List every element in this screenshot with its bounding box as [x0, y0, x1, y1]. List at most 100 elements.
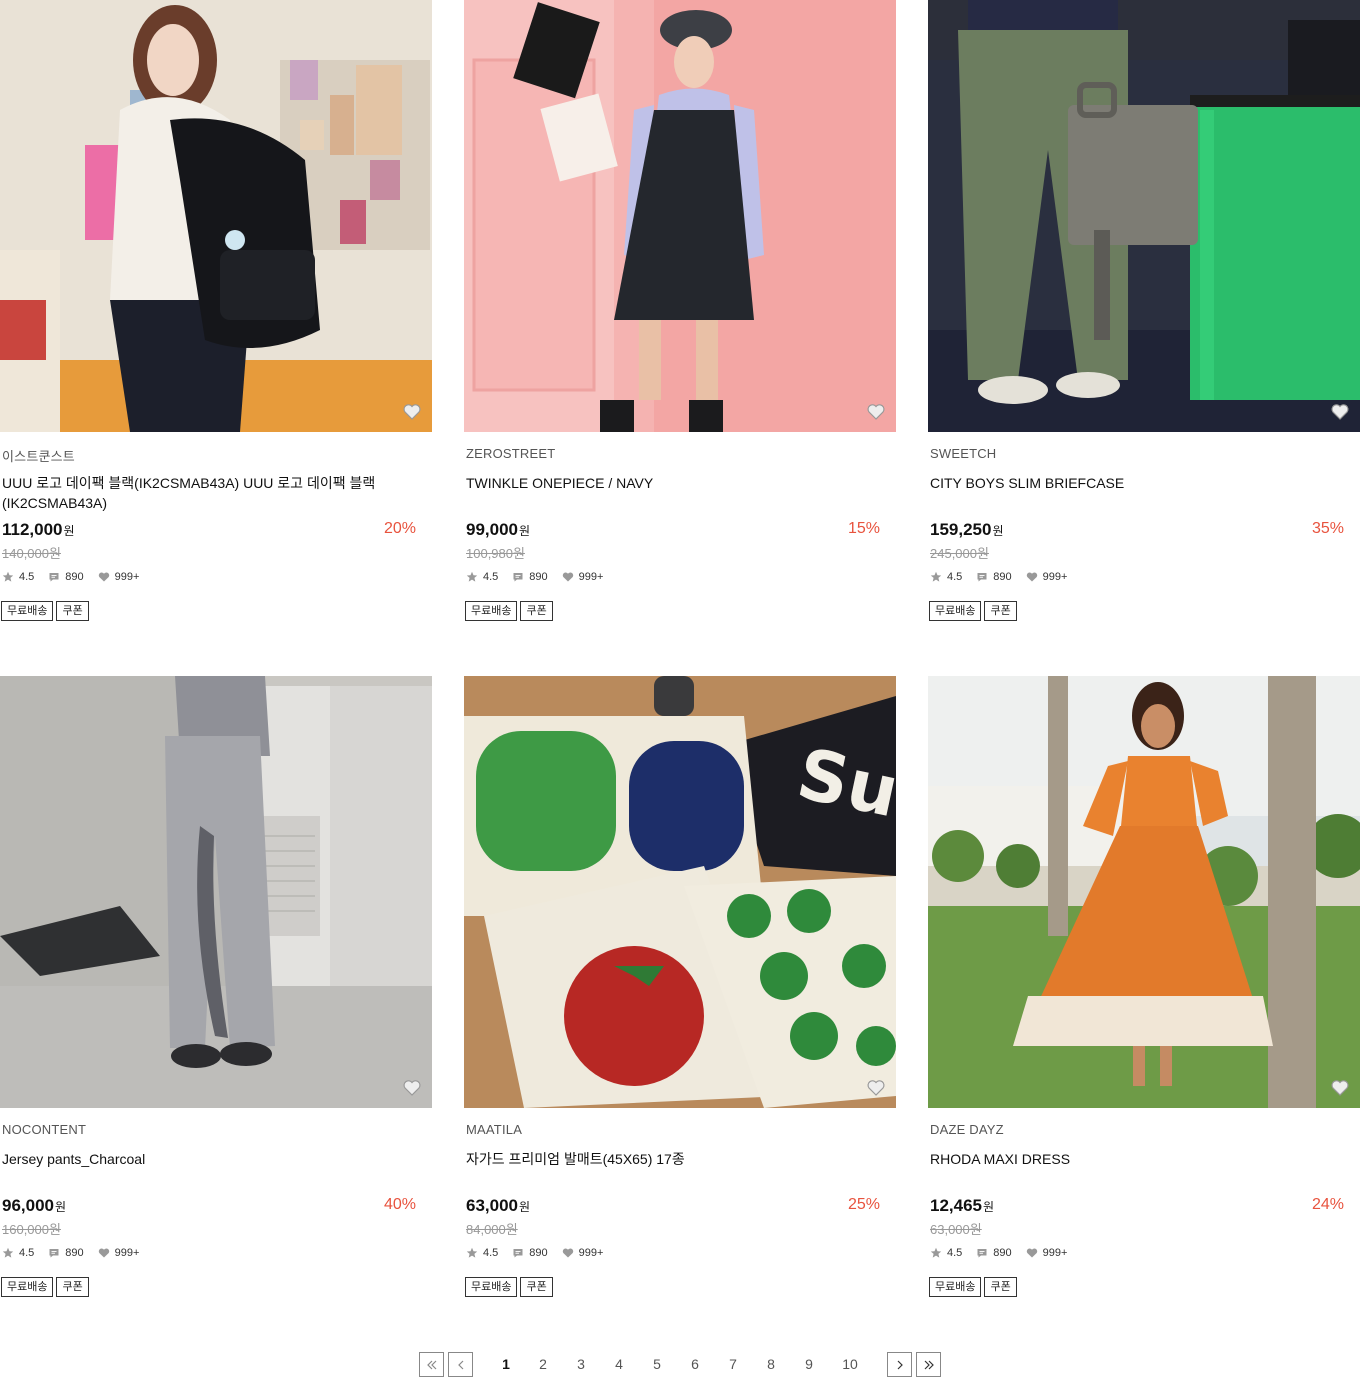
page-8-link[interactable]: 8: [761, 1356, 781, 1372]
comment-icon: [49, 1249, 59, 1258]
page-1-link[interactable]: 1: [496, 1356, 516, 1372]
coupon-badge: 쿠폰: [56, 601, 89, 621]
discount-rate: 25%: [847, 1196, 880, 1213]
product-name[interactable]: Jersey pants_Charcoal: [2, 1149, 422, 1169]
product-brand[interactable]: DAZE DAYZ: [930, 1122, 1004, 1137]
coupon-badge: 쿠폰: [984, 1277, 1017, 1297]
page-7-link[interactable]: 7: [723, 1356, 743, 1372]
product-price: 112,000원: [2, 520, 75, 540]
star-icon: [930, 1247, 942, 1258]
review-count: 890: [48, 1247, 84, 1259]
page-9-link[interactable]: 9: [799, 1356, 819, 1372]
product-tags: 무료배송 쿠폰: [1, 601, 89, 621]
product-card[interactable]: DAZE DAYZ RHODA MAXI DRESS 12,465원 24% 6…: [928, 676, 1360, 1297]
rating-value: 4.5: [483, 571, 499, 583]
heart-icon: [98, 1248, 109, 1258]
first-page-button[interactable]: [419, 1352, 444, 1377]
product-brand[interactable]: 이스트쿤스트: [2, 446, 75, 465]
double-chevron-left-icon: [426, 1360, 436, 1369]
like-value: 999+: [578, 1247, 604, 1259]
rating-value: 4.5: [947, 571, 963, 583]
free-shipping-badge: 무료배송: [465, 601, 518, 621]
rating: 4.5: [930, 1247, 962, 1259]
product-brand[interactable]: MAATILA: [466, 1122, 522, 1137]
price-value: 112,000: [2, 520, 63, 539]
price-value: 159,250: [930, 520, 992, 539]
chevron-right-icon: [897, 1360, 903, 1369]
like-count: 999+: [98, 1247, 139, 1259]
page-6-link[interactable]: 6: [685, 1356, 705, 1372]
product-name[interactable]: UUU 로고 데이팩 블랙(IK2CSMAB43A) UUU 로고 데이팩 블랙…: [2, 473, 422, 513]
product-price: 99,000원: [466, 520, 530, 540]
product-image[interactable]: [0, 676, 432, 1108]
currency-unit: 원: [63, 524, 75, 538]
product-card[interactable]: SWEETCH CITY BOYS SLIM BRIEFCASE 159,250…: [928, 0, 1360, 621]
page-4-link[interactable]: 4: [609, 1356, 629, 1372]
product-name[interactable]: 자가드 프리미엄 발매트(45X65) 17종: [466, 1149, 886, 1169]
review-value: 890: [993, 1247, 1012, 1259]
product-image[interactable]: Su: [464, 676, 896, 1108]
rating-value: 4.5: [19, 571, 35, 583]
star-icon: [466, 1247, 478, 1258]
page-5-link[interactable]: 5: [647, 1356, 667, 1372]
comment-icon: [49, 573, 59, 582]
like-heart-icon[interactable]: [402, 1078, 422, 1098]
rating: 4.5: [930, 571, 962, 583]
review-count: 890: [48, 571, 84, 583]
star-icon: [930, 571, 942, 582]
star-icon: [466, 571, 478, 582]
next-page-button[interactable]: [887, 1352, 912, 1377]
product-card[interactable]: NOCONTENT Jersey pants_Charcoal 96,000원 …: [0, 676, 432, 1297]
product-image[interactable]: [928, 676, 1360, 1108]
review-value: 890: [529, 1247, 548, 1259]
like-count: 999+: [562, 571, 604, 583]
product-price: 63,000원: [466, 1196, 530, 1216]
rating-value: 4.5: [19, 1247, 35, 1259]
product-tags: 무료배송 쿠폰: [1, 1277, 89, 1297]
coupon-badge: 쿠폰: [984, 601, 1017, 621]
product-name[interactable]: CITY BOYS SLIM BRIEFCASE: [930, 473, 1350, 493]
product-price: 159,250원: [930, 520, 1004, 540]
coupon-badge: 쿠폰: [56, 1277, 89, 1297]
product-card[interactable]: 이스트쿤스트 UUU 로고 데이팩 블랙(IK2CSMAB43A) UUU 로고…: [0, 0, 432, 621]
like-count: 999+: [562, 1247, 604, 1259]
product-price: 96,000원: [2, 1196, 66, 1216]
product-name[interactable]: RHODA MAXI DRESS: [930, 1149, 1350, 1169]
prev-page-button[interactable]: [448, 1352, 473, 1377]
page-3-link[interactable]: 3: [571, 1356, 591, 1372]
free-shipping-badge: 무료배송: [1, 601, 54, 621]
product-brand[interactable]: SWEETCH: [930, 446, 996, 461]
original-price: 245,000원: [930, 546, 989, 561]
like-heart-icon[interactable]: [866, 402, 886, 422]
product-image[interactable]: [464, 0, 896, 432]
product-card[interactable]: ZEROSTREET TWINKLE ONEPIECE / NAVY 99,00…: [464, 0, 896, 621]
like-value: 999+: [578, 571, 604, 583]
page-10-link[interactable]: 10: [840, 1356, 860, 1372]
page-2-link[interactable]: 2: [533, 1356, 553, 1372]
comment-icon: [513, 1249, 523, 1258]
product-name[interactable]: TWINKLE ONEPIECE / NAVY: [466, 473, 886, 493]
product-brand[interactable]: ZEROSTREET: [466, 446, 555, 461]
heart-icon: [1026, 572, 1037, 582]
heart-icon: [562, 1248, 573, 1258]
original-price: 160,000원: [2, 1222, 61, 1237]
product-image[interactable]: [0, 0, 432, 432]
product-photo-briefcase: [928, 0, 1360, 432]
last-page-button[interactable]: [916, 1352, 941, 1377]
rating: 4.5: [466, 571, 498, 583]
currency-unit: 원: [983, 1200, 995, 1214]
free-shipping-badge: 무료배송: [1, 1277, 54, 1297]
product-image[interactable]: [928, 0, 1360, 432]
coupon-badge: 쿠폰: [520, 1277, 553, 1297]
currency-unit: 원: [55, 1200, 67, 1214]
product-tags: 무료배송 쿠폰: [465, 601, 553, 621]
rating: 4.5: [466, 1247, 498, 1259]
like-heart-icon[interactable]: [1330, 1078, 1350, 1098]
like-heart-icon[interactable]: [402, 402, 422, 422]
currency-unit: 원: [519, 1200, 531, 1214]
price-value: 63,000: [466, 1196, 518, 1215]
product-brand[interactable]: NOCONTENT: [2, 1122, 86, 1137]
like-heart-icon[interactable]: [1330, 402, 1350, 422]
product-card[interactable]: Su MAATILA 자가드 프리미엄 발매트(45X65) 17종 63,00…: [464, 676, 896, 1297]
like-heart-icon[interactable]: [866, 1078, 886, 1098]
